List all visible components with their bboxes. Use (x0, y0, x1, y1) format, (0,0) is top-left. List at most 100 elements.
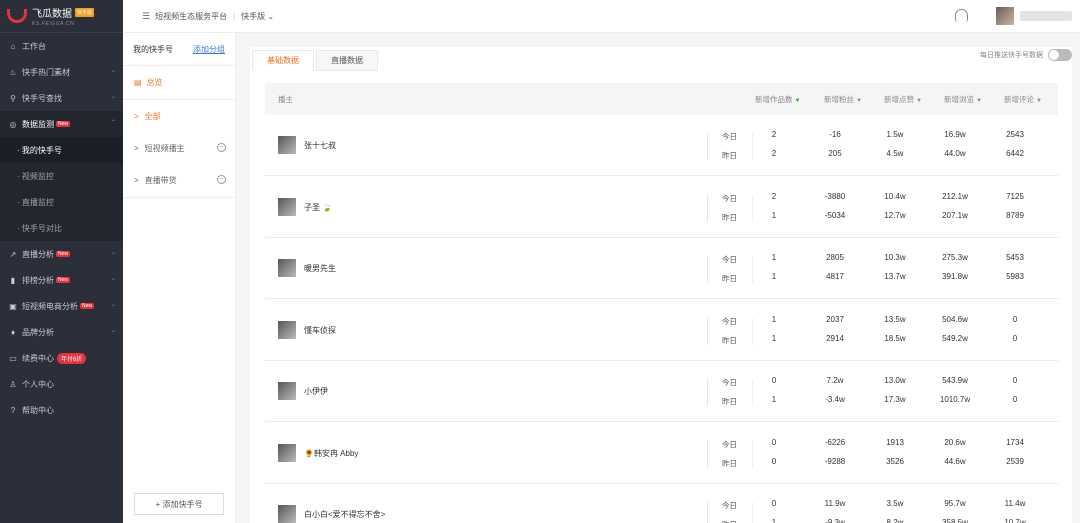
new-badge: New (56, 121, 71, 127)
table-cell: 4.5w (886, 149, 904, 158)
sidebar-subitem[interactable]: · 直播监控 (0, 189, 123, 215)
account-name[interactable]: 懂车侦探 (304, 325, 336, 336)
table-cell: 1913 (886, 437, 904, 447)
group-live-selling[interactable]: > 直播带货 − (123, 164, 235, 196)
table-cell: 2543 (1006, 130, 1024, 139)
account-name[interactable]: 小伊伊 (304, 386, 328, 397)
account-name[interactable]: 暖男先生 (304, 263, 336, 274)
account-avatar[interactable] (278, 259, 296, 277)
remove-group-icon[interactable]: − (217, 143, 226, 152)
sidebar-item[interactable]: ⌂ 工作台 (0, 33, 123, 59)
sidebar-item[interactable]: ⚲ 快手号查找 ⌄ (0, 85, 123, 111)
account-name[interactable]: 白小白<爱不得忘不舍> (304, 509, 385, 520)
col-new-works[interactable]: 新增作品数 ▼ (755, 94, 800, 105)
sidebar-item[interactable]: ◎ 数据监测 New ⌃ (0, 111, 123, 137)
home-icon: ⌂ (10, 41, 16, 51)
yesterday-label: 昨日 (722, 274, 737, 283)
table-cell: 391.8w (942, 272, 968, 281)
overview-item[interactable]: ▤ 总览 (123, 66, 235, 98)
sidebar-item[interactable]: ♙ 个人中心 (0, 371, 123, 397)
col-new-likes[interactable]: 新增点赞 ▼ (884, 94, 922, 105)
user-name-redacted[interactable] (1020, 11, 1072, 21)
divider (707, 440, 708, 468)
sidebar-subitem[interactable]: · 快手号对比 (0, 215, 123, 241)
sidebar-subitem[interactable]: · 视频监控 (0, 163, 123, 189)
table-cell: 2 (771, 149, 777, 158)
table-cell: 0 (1012, 376, 1018, 385)
sidebar-item[interactable]: ♨ 快手热门素材 ⌄ (0, 59, 123, 85)
table-cell: 1 (771, 210, 777, 220)
account-name[interactable]: 子圣 🍃 (304, 202, 332, 213)
headset-icon[interactable] (955, 9, 968, 22)
tab-basic-data[interactable]: 基础数据 (252, 50, 314, 71)
table-cell: 1 (771, 518, 777, 523)
yesterday-label: 昨日 (722, 151, 737, 160)
monitor-icon: ◎ (9, 119, 17, 129)
top-bar: ☰ 短视频生态服务平台 | 快手版 ⌄ (123, 0, 1080, 33)
table-cell: 1734 (1006, 437, 1024, 447)
account-name[interactable]: 🌻韩安冉 Abby (304, 448, 358, 459)
sidebar-item[interactable]: ? 帮助中心 (0, 397, 123, 423)
col-label: 新增浏览 (944, 95, 974, 104)
table-cell: 8789 (1006, 210, 1024, 220)
menu-icon[interactable]: ☰ (142, 11, 150, 22)
today-label: 今日 (722, 193, 737, 203)
account-avatar[interactable] (278, 382, 296, 400)
yesterday-label: 昨日 (722, 335, 737, 345)
table-cell: 13.5w (884, 314, 906, 324)
tab-live-data[interactable]: 直播数据 (316, 50, 378, 71)
sidebar-item-label: 工作台 (22, 41, 46, 51)
chevron-down-icon: ⌄ (110, 328, 116, 334)
table-row[interactable]: 子圣 🍃 今日 昨日 2 -3880 10.4w 212.1w 7125 1 -5034 12.7w… (265, 177, 1058, 238)
remove-group-icon[interactable]: − (217, 175, 226, 184)
table-row[interactable]: 小伊伊 今日 昨日 0 7.2w 13.0w 543.9w 0 1 -3.4w 17.3w 1010.… (265, 361, 1058, 422)
sidebar-item[interactable]: ▭ 续费中心 年付6折 (0, 345, 123, 371)
col-new-fans[interactable]: 新增粉丝 ▼ (824, 94, 862, 105)
new-badge: New (56, 251, 71, 257)
sidebar-item[interactable]: ↗ 直播分析 New ⌄ (0, 241, 123, 267)
version-switch[interactable]: 快手版 ⌄ (241, 11, 274, 22)
col-label: 新增点赞 (884, 95, 914, 104)
account-avatar[interactable] (278, 136, 296, 154)
table-row[interactable]: 暖男先生 今日 昨日 1 2805 10.3w 275.3w 5453 1 4817 13.7w 39… (265, 238, 1058, 299)
table-row[interactable]: 🌻韩安冉 Abby 今日 昨日 0 -6226 1913 20.6w 1734 0 -9288 35… (265, 423, 1058, 484)
group-short-video[interactable]: > 短视频播主 − (123, 132, 235, 164)
sidebar-subitem[interactable]: · 我的快手号 (0, 137, 123, 163)
account-avatar[interactable] (278, 443, 296, 462)
overview-label: 总览 (146, 77, 163, 87)
sidebar-item[interactable]: ▮ 排榜分析 New ⌄ (0, 267, 123, 293)
table-cell: 6442 (1006, 149, 1024, 158)
table-cell: 2 (771, 130, 777, 139)
account-avatar[interactable] (278, 197, 296, 216)
daily-push-toggle[interactable] (1048, 49, 1072, 61)
divider (707, 133, 708, 160)
user-avatar[interactable] (996, 7, 1014, 25)
table-cell: 11.4w (1004, 499, 1026, 508)
table-row[interactable]: 白小白<爱不得忘不舍> 今日昨日 0 11.9w 3.5w 95.7w 11.4w 1 -9.3… (265, 484, 1058, 523)
group-all[interactable]: > 全部 (123, 100, 235, 132)
col-new-comments[interactable]: 新增评论 ▼ (1004, 94, 1042, 105)
account-name[interactable]: 张十七叔 (304, 140, 336, 151)
table-row[interactable]: 张十七叔 今日 昨日 2 -16 1.5w 16.9w 2543 2 205 4.5w 44.0w 64… (265, 115, 1058, 176)
table-cell: 1 (771, 253, 777, 262)
chevron-up-icon: ⌃ (110, 120, 116, 126)
logo[interactable]: 飞瓜数据 快手版 KS.FEIGUA.CN (0, 0, 123, 33)
sidebar-item[interactable]: ♦ 品牌分析 ⌄ (0, 319, 123, 345)
col-new-views[interactable]: 新增浏览 ▼ (944, 94, 982, 105)
sidebar-item[interactable]: ▣ 短视频电商分析 New ⌄ (0, 293, 123, 319)
bag-icon: ▣ (9, 301, 17, 311)
sidebar-item-label: 续费中心 (22, 353, 54, 363)
chevron-down-icon: ⌄ (110, 302, 116, 308)
sidebar-item-label: 排榜分析 (22, 275, 54, 285)
table-cell: 2805 (826, 253, 844, 262)
divider (707, 502, 708, 523)
table-cell: 1.5w (886, 130, 904, 139)
table-row[interactable]: 懂车侦探 今日 昨日 1 2037 13.5w 504.6w 0 1 2914 18.5w 549.2… (265, 300, 1058, 361)
account-avatar[interactable] (278, 320, 296, 339)
add-account-button[interactable]: + 添加快手号 (134, 493, 224, 515)
sidebar-item-label: 个人中心 (22, 379, 54, 389)
account-avatar[interactable] (278, 505, 296, 523)
separator: | (233, 11, 236, 21)
platform-title[interactable]: 短视频生态服务平台 (155, 11, 227, 22)
add-group-link[interactable]: 添加分组 (193, 44, 225, 55)
